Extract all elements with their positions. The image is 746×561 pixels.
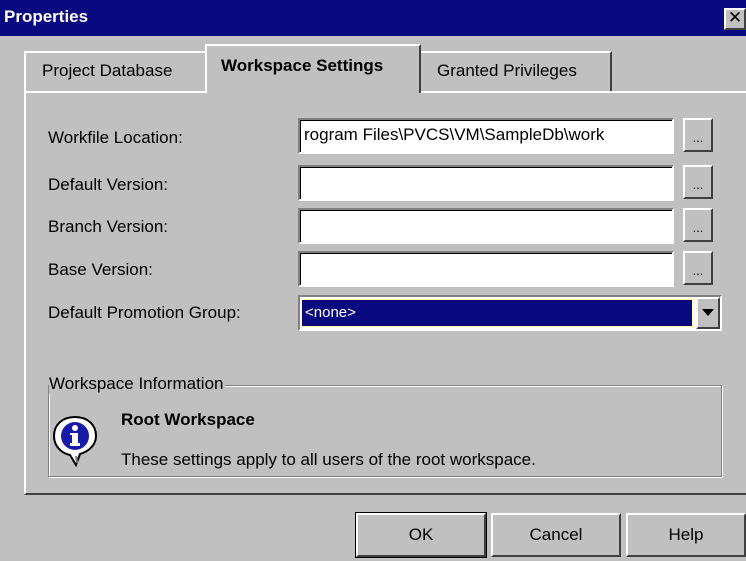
base-version-input[interactable] bbox=[298, 251, 674, 287]
branch-version-label: Branch Version: bbox=[48, 217, 169, 236]
info-heading: Root Workspace bbox=[121, 410, 255, 429]
default-promotion-group-select[interactable]: <none> bbox=[298, 295, 722, 331]
tab-granted-privileges[interactable]: Granted Privileges bbox=[419, 51, 612, 91]
help-button[interactable]: Help bbox=[626, 513, 746, 557]
default-promotion-group-label: Default Promotion Group: bbox=[48, 303, 241, 322]
dropdown-arrow-button[interactable] bbox=[696, 297, 720, 329]
close-icon: ✕ bbox=[727, 8, 743, 27]
close-button[interactable]: ✕ bbox=[724, 8, 746, 30]
tab-project-database[interactable]: Project Database bbox=[24, 51, 207, 91]
info-description: These settings apply to all users of the… bbox=[121, 450, 536, 469]
default-version-input[interactable] bbox=[298, 165, 674, 201]
workfile-location-label: Workfile Location: bbox=[48, 128, 183, 147]
promotion-group-selected-value: <none> bbox=[301, 299, 693, 327]
properties-dialog: Properties ✕ Project Database Workspace … bbox=[0, 0, 746, 561]
info-icon bbox=[52, 415, 98, 467]
default-version-browse-button[interactable]: ... bbox=[683, 165, 713, 199]
tab-workspace-settings[interactable]: Workspace Settings bbox=[205, 44, 421, 93]
base-version-label: Base Version: bbox=[48, 260, 153, 279]
ok-button[interactable]: OK bbox=[355, 512, 487, 558]
cancel-button[interactable]: Cancel bbox=[491, 513, 621, 557]
branch-version-input[interactable] bbox=[298, 208, 674, 244]
default-version-label: Default Version: bbox=[48, 175, 169, 194]
workfile-location-input[interactable]: rogram Files\PVCS\VM\SampleDb\work bbox=[298, 118, 674, 154]
branch-version-browse-button[interactable]: ... bbox=[683, 208, 713, 242]
base-version-browse-button[interactable]: ... bbox=[683, 251, 713, 285]
workspace-info-title: Workspace Information bbox=[49, 374, 226, 394]
title-bar[interactable]: Properties ✕ bbox=[0, 0, 746, 36]
workfile-location-browse-button[interactable]: ... bbox=[683, 118, 713, 152]
chevron-down-icon bbox=[702, 309, 714, 316]
window-title: Properties bbox=[4, 7, 89, 26]
